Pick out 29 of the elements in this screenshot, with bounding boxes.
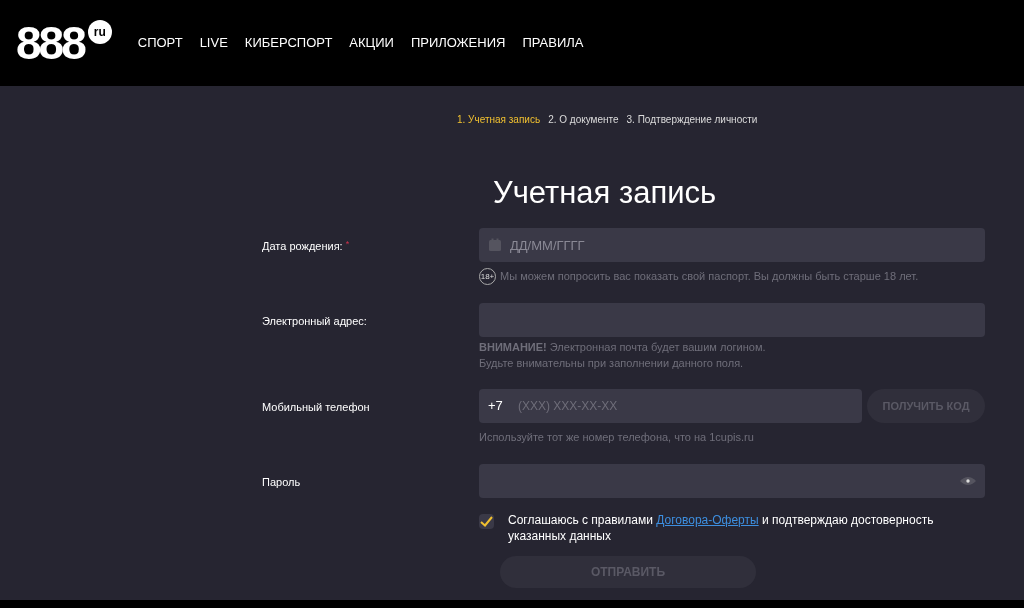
calendar-icon [488, 238, 502, 252]
nav-link[interactable]: LIVE [199, 33, 228, 53]
required-mark: * [345, 239, 350, 249]
nav-link[interactable]: КИБЕРСПОРТ [244, 33, 333, 53]
nav-link[interactable]: СПОРТ [137, 33, 183, 53]
field-note: ВНИМАНИЕ! Электронная почта будет вашим логином. [479, 340, 767, 355]
field-hint: Мы можем попросить вас показать свой паспорт. Вы должны быть старше 18 лет. [500, 269, 919, 285]
step-tab[interactable]: 3. Подтверждение личности [626, 112, 758, 127]
field-hint: Используйте тот же номер телефона, что на 1cupis.ru [479, 430, 754, 445]
step-tab[interactable]: 1. Учетная запись [457, 112, 541, 127]
date-field[interactable]: ДД/ММ/ГГГГ [479, 228, 985, 262]
page-title: Учетная запись [493, 177, 718, 208]
field-label: Дата рождения: [262, 240, 343, 252]
logo[interactable]: 888 ru [16, 20, 112, 66]
phone-prefix: +7 [488, 398, 503, 414]
password-field[interactable] [479, 463, 985, 498]
eye-icon [959, 475, 977, 486]
nav-link[interactable]: ПРИЛОЖЕНИЯ [410, 33, 506, 53]
agreement-text: Соглашаюсь с правилами Договора-Оферты и подтверждаю достоверность указанных данных [508, 511, 935, 544]
agree-checkbox[interactable] [479, 513, 494, 529]
offer-link[interactable]: Договора-Оферты [656, 512, 759, 527]
field-label: Электронный адрес: [262, 315, 367, 327]
nav-link[interactable]: АКЦИИ [349, 33, 394, 53]
field-note: Будьте внимательны при заполнении данного поля. [479, 356, 745, 371]
step-tab[interactable]: 2. О документе [548, 112, 619, 127]
nav-link[interactable]: ПРАВИЛА [522, 33, 584, 53]
field-label: Мобильный телефон [262, 401, 370, 413]
field-label: Пароль [262, 475, 301, 488]
check-icon [480, 515, 493, 527]
